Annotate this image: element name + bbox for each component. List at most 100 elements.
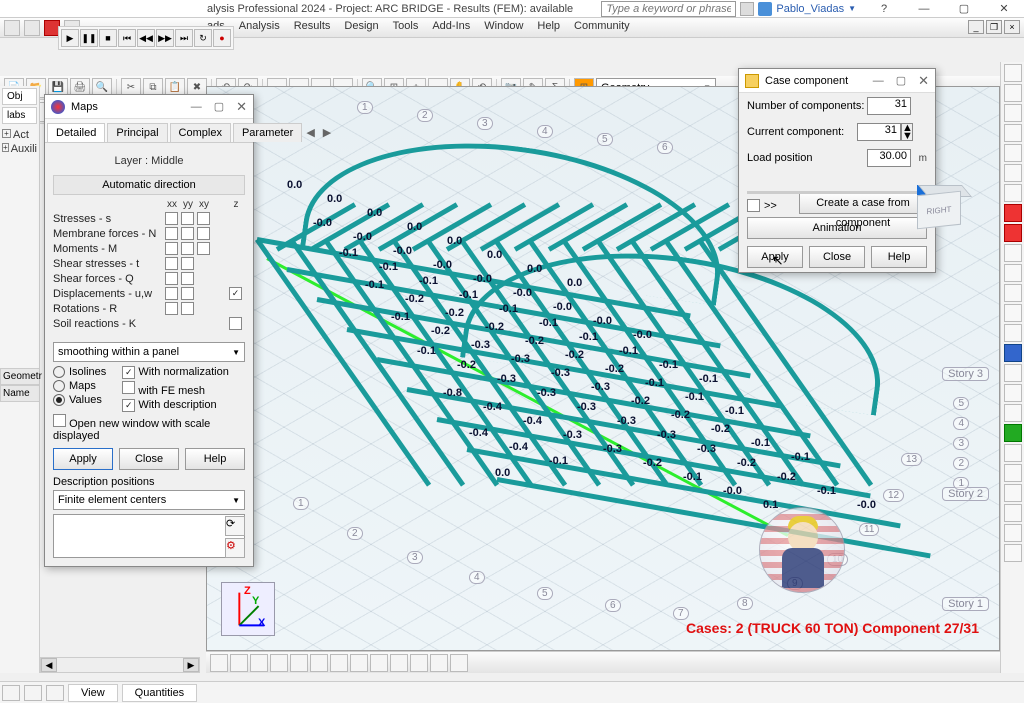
bt-icon[interactable] <box>46 685 64 701</box>
anim-prev-icon[interactable]: ◀◀ <box>137 29 155 47</box>
rt-icon[interactable] <box>1004 544 1022 562</box>
check-newwindow[interactable]: Open new window with scale displayed <box>53 414 245 442</box>
cc-advance-check[interactable] <box>747 199 760 212</box>
rt-green-icon[interactable] <box>1004 424 1022 442</box>
rt-icon[interactable] <box>1004 264 1022 282</box>
maps-check[interactable] <box>181 272 194 285</box>
rt-red-icon[interactable] <box>1004 224 1022 242</box>
radio-isolines[interactable]: Isolines <box>53 366 106 378</box>
maps-check[interactable] <box>165 272 178 285</box>
cc-close-button[interactable]: Close <box>809 246 865 268</box>
rt-icon[interactable] <box>1004 284 1022 302</box>
maps-check[interactable] <box>229 287 242 300</box>
cc-apply-button[interactable]: Apply <box>747 246 803 268</box>
tree-expand-icon[interactable]: + <box>2 143 9 152</box>
descpos-select[interactable]: Finite element centers▼ <box>53 490 245 510</box>
vt-icon[interactable] <box>330 654 348 672</box>
maps-check[interactable] <box>165 212 178 225</box>
cc-p-input[interactable]: 30.00 <box>867 149 911 167</box>
menu-analysis[interactable]: Analysis <box>239 20 280 32</box>
tree-item[interactable]: Auxili <box>11 143 37 155</box>
cc-animation-button[interactable]: Animation <box>747 217 927 239</box>
radio-maps[interactable]: Maps <box>53 380 106 392</box>
qat-icon[interactable] <box>4 20 20 36</box>
bt-icon[interactable] <box>24 685 42 701</box>
maps-help-button[interactable]: Help <box>185 448 245 470</box>
rt-icon[interactable] <box>1004 504 1022 522</box>
bottom-tab-quantities[interactable]: Quantities <box>122 684 198 702</box>
left-tab[interactable]: Obj <box>2 88 37 105</box>
rt-icon[interactable] <box>1004 364 1022 382</box>
dialog-minimize-icon[interactable]: — <box>191 101 202 113</box>
bottom-tab-view[interactable]: View <box>68 684 118 702</box>
anim-next-icon[interactable]: ▶▶ <box>156 29 174 47</box>
maps-check[interactable] <box>165 287 178 300</box>
maps-check[interactable] <box>197 227 210 240</box>
maps-check[interactable] <box>181 242 194 255</box>
cc-minimize-icon[interactable]: — <box>873 75 884 87</box>
rt-icon[interactable] <box>1004 444 1022 462</box>
rt-icon[interactable] <box>1004 484 1022 502</box>
rt-icon[interactable] <box>1004 84 1022 102</box>
rt-icon[interactable] <box>1004 304 1022 322</box>
maps-check[interactable] <box>181 212 194 225</box>
maps-close-button[interactable]: Close <box>119 448 179 470</box>
maps-check[interactable] <box>229 317 242 330</box>
check-femesh[interactable]: with FE mesh <box>122 381 229 397</box>
rt-icon[interactable] <box>1004 464 1022 482</box>
maps-tab-principal[interactable]: Principal <box>107 123 167 142</box>
cc-close-icon[interactable]: ✕ <box>918 73 929 89</box>
maps-check[interactable] <box>181 227 194 240</box>
mdi-close[interactable]: × <box>1004 20 1020 34</box>
menu-results[interactable]: Results <box>294 20 331 32</box>
vt-icon[interactable] <box>450 654 468 672</box>
search-input[interactable] <box>601 1 736 17</box>
maps-apply-button[interactable]: Apply <box>53 448 113 470</box>
cc-n-input[interactable]: 31 <box>867 97 911 115</box>
vt-icon[interactable] <box>250 654 268 672</box>
autodir-button[interactable]: Automatic direction <box>53 175 245 195</box>
maps-tab-parameter[interactable]: Parameter <box>233 123 302 142</box>
menu-addins[interactable]: Add-Ins <box>432 20 470 32</box>
cc-c-input[interactable]: 31 <box>857 123 901 141</box>
anim-close-icon[interactable]: ● <box>213 29 231 47</box>
vt-icon[interactable] <box>290 654 308 672</box>
vt-icon[interactable] <box>370 654 388 672</box>
maximize-button[interactable]: ▢ <box>944 0 984 18</box>
menu-tools[interactable]: Tools <box>393 20 419 32</box>
vt-icon[interactable] <box>230 654 248 672</box>
cc-slider[interactable] <box>747 175 927 195</box>
maps-check[interactable] <box>165 227 178 240</box>
search-icon[interactable] <box>740 2 754 16</box>
anim-stop-icon[interactable]: ■ <box>99 29 117 47</box>
tabs-right-icon[interactable]: ▶ <box>319 123 335 142</box>
dialog-close-icon[interactable]: ✕ <box>236 99 247 115</box>
vt-icon[interactable] <box>410 654 428 672</box>
user-badge[interactable]: Pablo_Viadas ▼ <box>758 2 856 16</box>
rt-red-icon[interactable] <box>1004 204 1022 222</box>
rt-icon[interactable] <box>1004 244 1022 262</box>
rt-icon[interactable] <box>1004 384 1022 402</box>
maps-tab-detailed[interactable]: Detailed <box>47 123 105 142</box>
rt-icon[interactable] <box>1004 104 1022 122</box>
vt-icon[interactable] <box>350 654 368 672</box>
smoothing-select[interactable]: smoothing within a panel▼ <box>53 342 245 362</box>
rt-icon[interactable] <box>1004 404 1022 422</box>
menu-window[interactable]: Window <box>484 20 523 32</box>
rt-blue-icon[interactable] <box>1004 344 1022 362</box>
menu-community[interactable]: Community <box>574 20 630 32</box>
help-icon[interactable]: ? <box>864 0 904 18</box>
maps-check[interactable] <box>181 257 194 270</box>
tool-icon[interactable]: ⚙ <box>225 538 245 558</box>
mdi-minimize[interactable]: _ <box>968 20 984 34</box>
cc-create-button[interactable]: Create a case from component <box>799 192 927 214</box>
cc-help-button[interactable]: Help <box>871 246 927 268</box>
cc-maximize-icon[interactable]: ▢ <box>896 74 906 87</box>
vt-icon[interactable] <box>430 654 448 672</box>
viewcube[interactable]: RIGHT <box>909 183 969 239</box>
vt-icon[interactable] <box>210 654 228 672</box>
refresh-icon[interactable]: ⟳ <box>225 516 245 536</box>
rt-icon[interactable] <box>1004 524 1022 542</box>
rt-icon[interactable] <box>1004 64 1022 82</box>
bt-icon[interactable] <box>2 685 20 701</box>
